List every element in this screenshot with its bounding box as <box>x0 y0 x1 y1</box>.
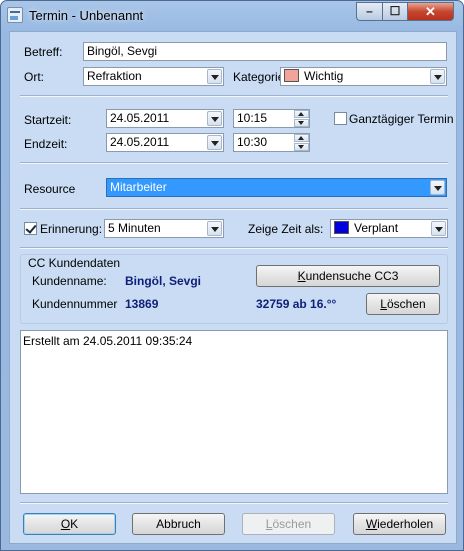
endzeit-time-input[interactable]: 10:30 <box>233 133 310 152</box>
minimize-icon: – <box>366 4 373 18</box>
startzeit-date-select[interactable]: 24.05.2011 <box>106 109 224 128</box>
close-button[interactable]: ✕ <box>407 2 454 21</box>
divider <box>20 247 448 249</box>
abbruch-button[interactable]: Abbruch <box>132 513 225 535</box>
ganztaegig-label: Ganztägiger Termin <box>349 112 454 126</box>
kunden-loeschen-label: öschen <box>386 297 426 311</box>
chevron-down-icon[interactable] <box>207 221 222 236</box>
kunden-info: 32759 ab 16.°° <box>256 297 337 311</box>
ok-mnemonic: O <box>60 517 71 531</box>
kategorie-select[interactable]: Wichtig <box>280 67 447 86</box>
ort-value: Refraktion <box>87 69 142 83</box>
wiederholen-label: iederholen <box>377 517 434 531</box>
kundenname-value: Bingöl, Sevgi <box>125 274 202 288</box>
title-bar[interactable]: Termin - Unbenannt – ☐ ✕ <box>1 1 463 29</box>
kundensuche-button[interactable]: Kundensuche CC3 <box>256 265 440 287</box>
startzeit-time-input[interactable]: 10:15 <box>233 109 310 128</box>
spin-up-icon[interactable] <box>294 134 309 142</box>
endzeit-date-value: 24.05.2011 <box>110 135 170 149</box>
chevron-down-icon[interactable] <box>431 221 446 236</box>
ort-label: Ort: <box>24 70 44 84</box>
kundenname-label: Kundenname: <box>32 274 107 288</box>
startzeit-date-value: 24.05.2011 <box>110 111 170 125</box>
kundensuche-label: undensuche CC3 <box>305 269 399 283</box>
time-spinner[interactable] <box>294 110 309 127</box>
zeige-zeit-label: Zeige Zeit als: <box>248 222 324 236</box>
ok-label: K <box>70 517 79 531</box>
zeige-zeit-value: Verplant <box>354 221 399 235</box>
chevron-down-icon[interactable] <box>430 180 445 195</box>
erinnerung-label: Erinnerung: <box>40 222 103 236</box>
time-spinner[interactable] <box>294 134 309 151</box>
loeschen-label: öschen <box>272 517 312 531</box>
erinnerung-checkbox[interactable] <box>24 222 37 235</box>
ganztaegig-checkbox[interactable] <box>334 112 347 125</box>
notes-textarea[interactable]: Erstellt am 24.05.2011 09:35:24 <box>20 330 448 494</box>
divider <box>20 95 448 97</box>
divider <box>20 162 448 164</box>
minimize-button[interactable]: – <box>356 2 383 21</box>
spin-down-icon[interactable] <box>294 119 309 127</box>
ok-button[interactable]: OK <box>23 513 116 535</box>
dialog-window: Termin - Unbenannt – ☐ ✕ Betreff: Bingöl… <box>0 0 464 551</box>
erinnerung-select[interactable]: 5 Minuten <box>104 219 224 238</box>
endzeit-time-value: 10:30 <box>237 135 268 149</box>
startzeit-time-value: 10:15 <box>237 111 268 125</box>
spin-down-icon[interactable] <box>294 143 309 151</box>
betreff-input[interactable]: Bingöl, Sevgi <box>83 42 447 61</box>
window-title: Termin - Unbenannt <box>29 8 144 23</box>
kundendaten-group-title: CC Kundendaten <box>26 256 123 270</box>
resource-value: Mitarbeiter <box>110 180 167 194</box>
wiederholen-button[interactable]: Wiederholen <box>353 513 446 535</box>
kategorie-color-swatch <box>284 69 299 83</box>
endzeit-date-select[interactable]: 24.05.2011 <box>106 133 224 152</box>
kundennummer-value: 13869 <box>125 297 159 311</box>
chevron-down-icon[interactable] <box>207 135 222 150</box>
resource-label: Resource <box>24 182 76 196</box>
divider <box>20 208 448 210</box>
resource-select[interactable]: Mitarbeiter <box>106 178 447 197</box>
erinnerung-value: 5 Minuten <box>108 221 161 235</box>
chevron-down-icon[interactable] <box>207 69 222 84</box>
chevron-down-icon[interactable] <box>430 69 445 84</box>
kunden-loeschen-mnemonic: L <box>380 297 387 311</box>
wiederholen-mnemonic: W <box>365 517 378 531</box>
ort-select[interactable]: Refraktion <box>83 67 224 86</box>
close-icon: ✕ <box>425 4 436 19</box>
kategorie-label: Kategorie <box>233 70 285 84</box>
chevron-down-icon[interactable] <box>207 111 222 126</box>
startzeit-label: Startzeit: <box>24 113 72 127</box>
betreff-label: Betreff: <box>24 45 63 59</box>
maximize-button[interactable]: ☐ <box>382 2 408 21</box>
endzeit-label: Endzeit: <box>24 137 68 151</box>
kategorie-value: Wichtig <box>304 69 344 83</box>
kunden-loeschen-button[interactable]: Löschen <box>366 293 440 315</box>
kundensuche-mnemonic: K <box>297 269 306 283</box>
spin-up-icon[interactable] <box>294 110 309 118</box>
kundennummer-label: Kundennummer <box>32 297 118 311</box>
maximize-icon: ☐ <box>389 4 401 18</box>
notes-text: Erstellt am 24.05.2011 09:35:24 <box>23 334 193 348</box>
dialog-content: Betreff: Bingöl, Sevgi Ort: Refraktion K… <box>9 31 457 544</box>
zeige-zeit-select[interactable]: Verplant <box>330 219 448 238</box>
divider <box>20 502 448 504</box>
loeschen-button[interactable]: Löschen <box>242 513 335 535</box>
zeige-zeit-color-swatch <box>334 221 349 235</box>
app-icon <box>7 7 23 23</box>
